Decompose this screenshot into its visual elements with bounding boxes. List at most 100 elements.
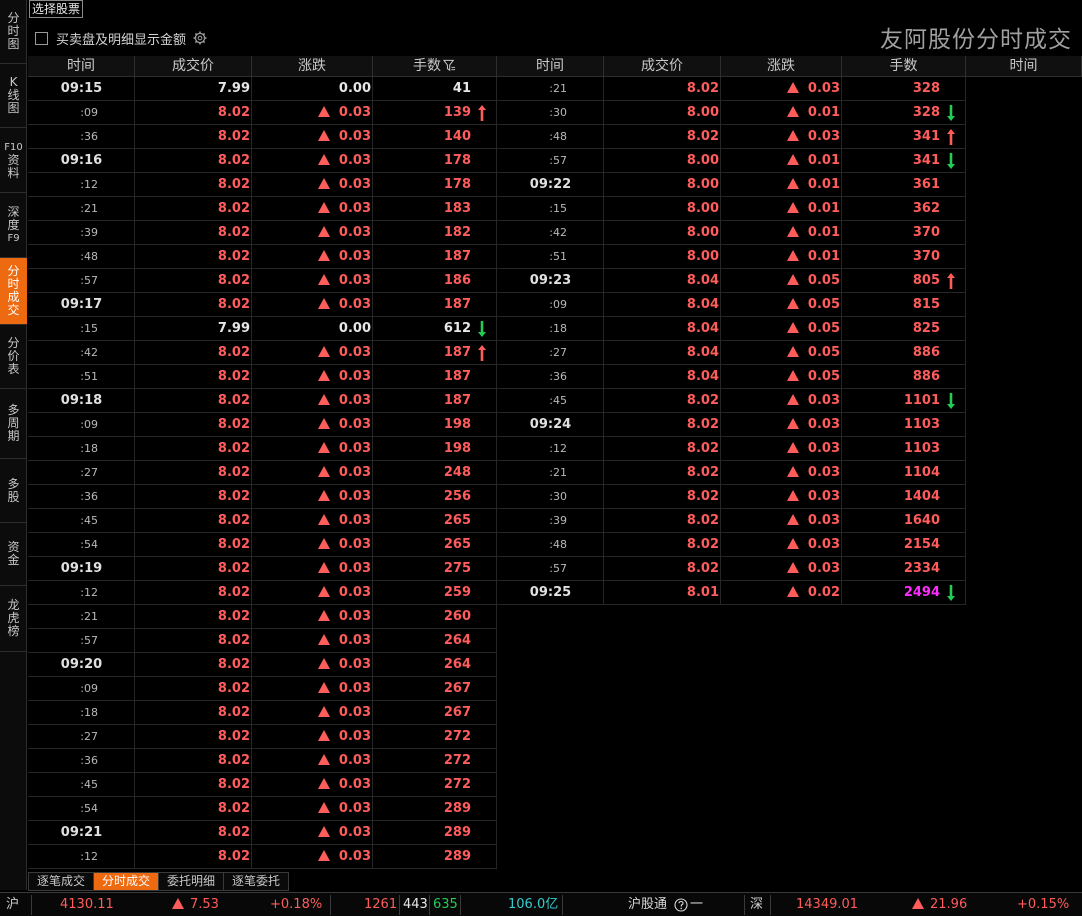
tab-4[interactable]: 逐笔委托	[224, 872, 290, 891]
table-row[interactable]: :48 8.02 0.03 2154	[497, 533, 966, 557]
table-row[interactable]: :42 8.02 0.03 187	[28, 341, 497, 365]
nav-item-10[interactable]: 龙虎榜	[0, 586, 27, 652]
tab-3[interactable]: 委托明细	[159, 872, 225, 891]
table-row[interactable]: :27 8.02 0.03 248	[28, 461, 497, 485]
volume-cell: 1103	[903, 417, 940, 432]
column-header-5[interactable]: 时间	[497, 56, 604, 77]
nav-item-3[interactable]: F10 资料	[0, 128, 27, 193]
price-cell: 8.02	[217, 849, 250, 864]
table-row[interactable]: :51 8.00 0.01 370	[497, 245, 966, 269]
table-row[interactable]: :36 8.02 0.03 256	[28, 485, 497, 509]
table-row[interactable]: :12 8.02 0.03 178	[28, 173, 497, 197]
table-row[interactable]: :36 8.02 0.03 272	[28, 749, 497, 773]
table-row[interactable]: :09 8.02 0.03 139	[28, 101, 497, 125]
nav-item-4[interactable]: 深度 F9	[0, 193, 27, 258]
table-row[interactable]: 09:16 8.02 0.03 178	[28, 149, 497, 173]
column-header-2[interactable]: 成交价	[135, 56, 252, 77]
hgt-label[interactable]: 沪股通	[628, 893, 667, 916]
table-row[interactable]: :45 8.02 0.03 1101	[497, 389, 966, 413]
table-row[interactable]: :09 8.04 0.05 815	[497, 293, 966, 317]
table-row[interactable]: 09:25 8.01 0.02 2494	[497, 581, 966, 605]
table-row[interactable]: :30 8.02 0.03 1404	[497, 485, 966, 509]
table-row[interactable]: 09:22 8.00 0.01 361	[497, 173, 966, 197]
volume-cell: 341	[912, 129, 940, 144]
table-row[interactable]: :36 8.04 0.05 886	[497, 365, 966, 389]
table-row[interactable]: :30 8.00 0.01 328	[497, 101, 966, 125]
arrow-down-icon	[947, 393, 955, 409]
table-row[interactable]: :51 8.02 0.03 187	[28, 365, 497, 389]
change-value: 0.03	[338, 297, 371, 312]
price-cell: 8.02	[686, 513, 719, 528]
table-row[interactable]: :57 8.02 0.03 2334	[497, 557, 966, 581]
table-row[interactable]: :27 8.02 0.03 272	[28, 725, 497, 749]
volume-cell: 2494	[903, 585, 940, 600]
table-row[interactable]: :39 8.02 0.03 1640	[497, 509, 966, 533]
table-row[interactable]: :18 8.02 0.03 267	[28, 701, 497, 725]
nav-item-6[interactable]: 分价表	[0, 325, 27, 389]
table-row[interactable]: :21 8.02 0.03 183	[28, 197, 497, 221]
column-header-4[interactable]: 手数	[373, 56, 497, 77]
table-row[interactable]: 09:18 8.02 0.03 187	[28, 389, 497, 413]
nav-item-7[interactable]: 多周期	[0, 389, 27, 459]
column-header-7[interactable]: 涨跌	[721, 56, 842, 77]
table-row[interactable]: :45 8.02 0.03 265	[28, 509, 497, 533]
table-row[interactable]: :54 8.02 0.03 265	[28, 533, 497, 557]
volume-cell: 2154	[903, 537, 940, 552]
table-row[interactable]: :57 8.00 0.01 341	[497, 149, 966, 173]
table-row[interactable]: :21 8.02 0.03 1104	[497, 461, 966, 485]
volume-cell: 182	[443, 225, 471, 240]
tab-1[interactable]: 逐笔成交	[28, 872, 95, 891]
help-icon[interactable]	[674, 898, 688, 912]
table-row[interactable]: :15 8.00 0.01 362	[497, 197, 966, 221]
table-row[interactable]: :21 8.02 0.03 260	[28, 605, 497, 629]
nav-item-1[interactable]: 分时图	[0, 0, 27, 64]
volume-cell: 187	[443, 249, 471, 264]
table-row[interactable]: :45 8.02 0.03 272	[28, 773, 497, 797]
column-header-1[interactable]: 时间	[28, 56, 135, 77]
column-header-3[interactable]: 涨跌	[252, 56, 373, 77]
filter-icon[interactable]	[442, 59, 456, 72]
table-row[interactable]: 09:17 8.02 0.03 187	[28, 293, 497, 317]
table-row[interactable]: :12 8.02 0.03 289	[28, 845, 497, 869]
price-cell: 8.02	[217, 369, 250, 384]
table-row[interactable]: :57 8.02 0.03 186	[28, 269, 497, 293]
select-stock-button[interactable]: 选择股票	[29, 0, 83, 18]
up-triangle-icon	[786, 82, 799, 93]
table-row[interactable]: :21 8.02 0.03 328	[497, 77, 966, 101]
table-row[interactable]: 09:20 8.02 0.03 264	[28, 653, 497, 677]
table-row[interactable]: :15 7.99 0.00 612	[28, 317, 497, 341]
table-row[interactable]: :42 8.00 0.01 370	[497, 221, 966, 245]
column-header-9[interactable]: 时间	[966, 56, 1082, 77]
table-row[interactable]: :18 8.02 0.03 198	[28, 437, 497, 461]
nav-item-5[interactable]: 分时成交	[0, 258, 27, 325]
table-row[interactable]: :12 8.02 0.03 259	[28, 581, 497, 605]
table-row[interactable]: :36 8.02 0.03 140	[28, 125, 497, 149]
column-header-8[interactable]: 手数	[842, 56, 966, 77]
column-header-label: 成交价	[172, 58, 214, 74]
table-row[interactable]: 09:24 8.02 0.03 1103	[497, 413, 966, 437]
time-cell: :18	[549, 322, 567, 335]
nav-item-2[interactable]: K线图	[0, 64, 27, 128]
table-row[interactable]: :48 8.02 0.03 341	[497, 125, 966, 149]
table-row[interactable]: :39 8.02 0.03 182	[28, 221, 497, 245]
table-row[interactable]: :09 8.02 0.03 267	[28, 677, 497, 701]
table-row[interactable]: :48 8.02 0.03 187	[28, 245, 497, 269]
table-row[interactable]: 09:23 8.04 0.05 805	[497, 269, 966, 293]
table-row[interactable]: :57 8.02 0.03 264	[28, 629, 497, 653]
table-row[interactable]: :09 8.02 0.03 198	[28, 413, 497, 437]
show-amount-checkbox[interactable]	[35, 31, 48, 45]
table-row[interactable]: :18 8.04 0.05 825	[497, 317, 966, 341]
table-row[interactable]: :54 8.02 0.03 289	[28, 797, 497, 821]
tab-2[interactable]: 分时成交	[94, 872, 160, 891]
change-cell: 0.03	[252, 773, 371, 797]
table-row[interactable]: 09:15 7.99 0.00 41	[28, 77, 497, 101]
table-row[interactable]: 09:19 8.02 0.03 275	[28, 557, 497, 581]
table-row[interactable]: :12 8.02 0.03 1103	[497, 437, 966, 461]
gear-icon[interactable]	[193, 31, 207, 45]
price-cell: 7.99	[217, 321, 250, 336]
table-row[interactable]: :27 8.04 0.05 886	[497, 341, 966, 365]
nav-item-8[interactable]: 多股	[0, 459, 27, 523]
table-row[interactable]: 09:21 8.02 0.03 289	[28, 821, 497, 845]
column-header-6[interactable]: 成交价	[604, 56, 721, 77]
nav-item-9[interactable]: 资金	[0, 523, 27, 586]
